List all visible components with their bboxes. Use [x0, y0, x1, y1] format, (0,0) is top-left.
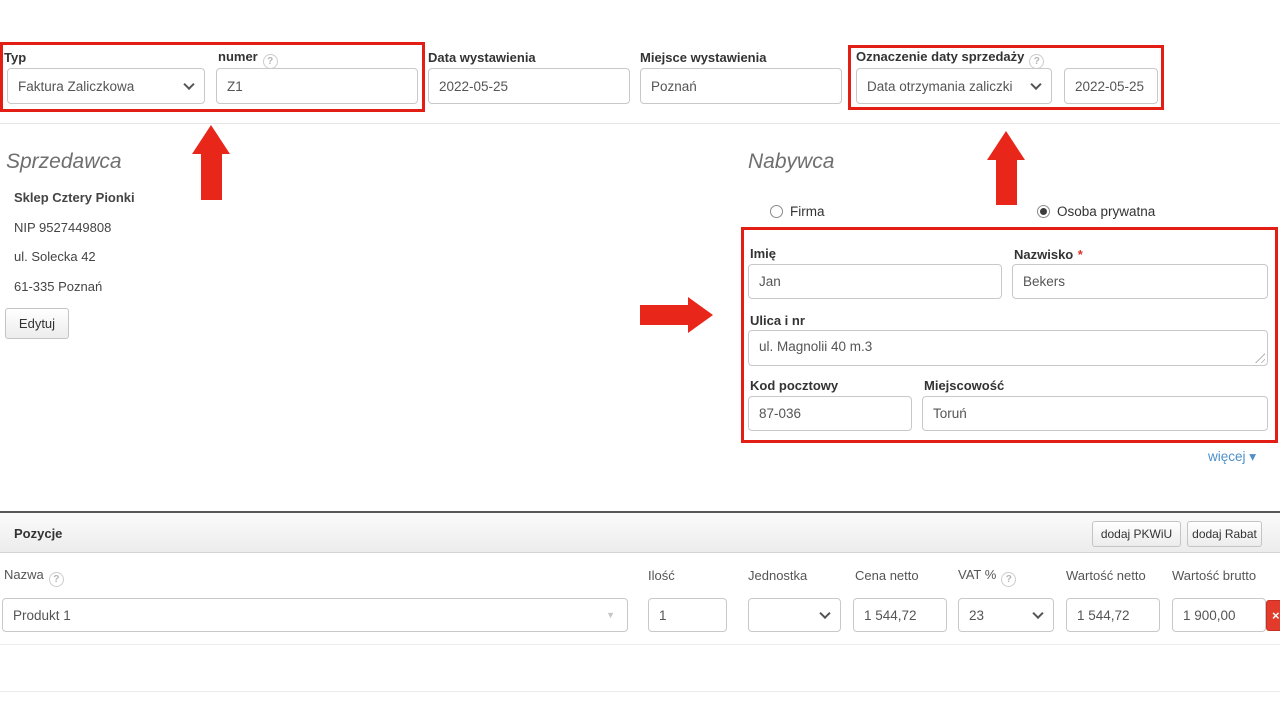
pozycje-heading: Pozycje: [14, 526, 62, 541]
col-nazwa-label: Nazwa: [4, 567, 44, 582]
invoice-form-page: Typ Faktura Zaliczkowa numer? Data wysta…: [0, 0, 1280, 720]
jednostka-select[interactable]: [748, 598, 841, 632]
oznaczenie-date-input[interactable]: [1064, 68, 1158, 104]
col-ilosc-label: Ilość: [648, 568, 675, 583]
imie-input[interactable]: [748, 264, 1002, 299]
chevron-down-icon: [1032, 608, 1043, 619]
seller-name: Sklep Cztery Pionki: [14, 190, 135, 205]
wartosc-brutto-input[interactable]: [1172, 598, 1266, 632]
required-asterisk: *: [1078, 247, 1083, 262]
ilosc-input[interactable]: [648, 598, 727, 632]
kod-pocztowy-label: Kod pocztowy: [750, 378, 838, 393]
typ-select[interactable]: Faktura Zaliczkowa: [7, 68, 205, 104]
buyer-heading: Nabywca: [748, 150, 834, 174]
help-icon[interactable]: ?: [1029, 54, 1044, 69]
seller-city: 61-335 Poznań: [14, 279, 102, 294]
pozycje-header-bar: Pozycje dodaj PKWiU dodaj Rabat: [0, 511, 1280, 553]
divider: [0, 644, 1280, 645]
vat-select-value: 23: [969, 608, 984, 623]
kod-pocztowy-input[interactable]: [748, 396, 912, 431]
dodaj-rabat-button[interactable]: dodaj Rabat: [1187, 521, 1262, 547]
osoba-prywatna-radio[interactable]: [1037, 205, 1050, 218]
miejsce-wystawienia-label: Miejsce wystawienia: [640, 50, 766, 65]
numer-label: numer: [218, 49, 258, 64]
col-wartosc-netto-label: Wartość netto: [1066, 568, 1146, 583]
dodaj-pkwiu-button[interactable]: dodaj PKWiU: [1092, 521, 1181, 547]
seller-edit-button[interactable]: Edytuj: [5, 308, 69, 339]
oznaczenie-select-value: Data otrzymania zaliczki: [867, 79, 1013, 94]
col-wartosc-brutto-label: Wartość brutto: [1172, 568, 1256, 583]
seller-street: ul. Solecka 42: [14, 249, 96, 264]
col-cena-netto-label: Cena netto: [855, 568, 919, 583]
data-wystawienia-input[interactable]: [428, 68, 630, 104]
vat-select[interactable]: 23: [958, 598, 1054, 632]
miejscowosc-input[interactable]: [922, 396, 1268, 431]
divider: [0, 691, 1280, 692]
numer-input[interactable]: [216, 68, 418, 104]
help-icon[interactable]: ?: [1001, 572, 1016, 587]
nazwisko-input[interactable]: [1012, 264, 1268, 299]
osoba-prywatna-radio-label[interactable]: Osoba prywatna: [1057, 204, 1155, 219]
ulica-textarea[interactable]: ul. Magnolii 40 m.3: [748, 330, 1268, 366]
chevron-down-icon: [1030, 79, 1041, 90]
firma-radio[interactable]: [770, 205, 783, 218]
imie-label: Imię: [750, 246, 776, 261]
miejscowosc-label: Miejscowość: [924, 378, 1004, 393]
col-vat-label: VAT %: [958, 567, 996, 582]
wiecej-link[interactable]: więcej ▾: [1208, 449, 1256, 465]
produkt-combobox[interactable]: Produkt 1 ▼: [2, 598, 628, 632]
seller-nip: NIP 9527449808: [14, 220, 111, 235]
data-wystawienia-label: Data wystawienia: [428, 50, 536, 65]
seller-heading: Sprzedawca: [6, 150, 122, 174]
produkt-combobox-value: Produkt 1: [13, 608, 71, 623]
dropdown-icon: ▼: [606, 610, 615, 620]
firma-radio-label[interactable]: Firma: [790, 204, 825, 219]
chevron-down-icon: [183, 79, 194, 90]
oznaczenie-select[interactable]: Data otrzymania zaliczki: [856, 68, 1052, 104]
caret-down-icon: ▾: [1249, 449, 1256, 464]
oznaczenie-label: Oznaczenie daty sprzedaży: [856, 49, 1024, 64]
divider: [0, 123, 1280, 124]
wartosc-netto-input[interactable]: [1066, 598, 1160, 632]
miejsce-wystawienia-input[interactable]: [640, 68, 842, 104]
typ-label: Typ: [4, 50, 26, 65]
col-jednostka-label: Jednostka: [748, 568, 807, 583]
chevron-down-icon: [819, 608, 830, 619]
delete-row-button[interactable]: ×: [1266, 600, 1280, 631]
typ-select-value: Faktura Zaliczkowa: [18, 79, 134, 94]
help-icon[interactable]: ?: [263, 54, 278, 69]
nazwisko-label: Nazwisko: [1014, 247, 1073, 262]
cena-netto-input[interactable]: [853, 598, 947, 632]
ulica-label: Ulica i nr: [750, 313, 805, 328]
help-icon[interactable]: ?: [49, 572, 64, 587]
